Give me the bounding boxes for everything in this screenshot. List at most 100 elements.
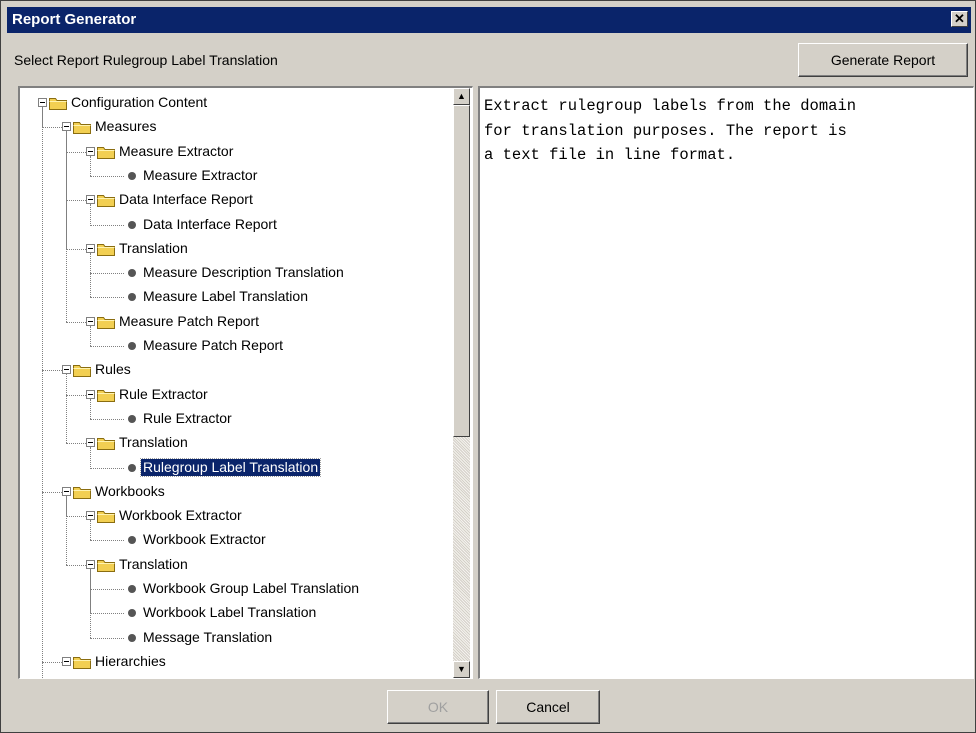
selected-tree-node-label: Rulegroup Label Translation	[139, 457, 322, 477]
tree-node-label: Translation	[119, 434, 188, 451]
report-bullet-icon	[128, 585, 136, 593]
folder-icon	[97, 558, 115, 572]
close-button[interactable]: ✕	[951, 11, 968, 27]
tree-node-label: Hierarchies	[95, 652, 166, 669]
folder-icon	[73, 485, 91, 499]
tree-node-label: Message Translation	[143, 628, 273, 645]
tree-node-label: Data Interface Report	[143, 215, 277, 232]
tree-report-node[interactable]: Measure Extractor	[20, 166, 450, 186]
tree-node-label: Workbooks	[95, 482, 165, 499]
tree-folder-node[interactable]: Rule Extractor	[20, 385, 450, 405]
collapse-icon[interactable]	[86, 559, 95, 569]
close-icon: ✕	[954, 11, 965, 26]
folder-icon	[73, 363, 91, 378]
tree-node-label: Measures	[95, 118, 157, 135]
collapse-icon[interactable]	[38, 98, 47, 107]
tree-report-node[interactable]: Measure Label Translation	[20, 287, 450, 307]
collapse-icon[interactable]	[86, 389, 95, 399]
generate-report-button[interactable]: Generate Report	[798, 43, 968, 77]
tree-node-label: Rule Extractor	[143, 409, 232, 426]
report-bullet-icon	[128, 293, 136, 302]
tree-folder-node[interactable]: Translation	[20, 239, 450, 259]
tree-node-label: Rules	[95, 361, 131, 378]
folder-icon	[97, 388, 115, 402]
tree-node-label: Data Interface Report	[119, 191, 253, 208]
tree-folder-node[interactable]: Hierarchies	[20, 652, 450, 672]
report-bullet-icon	[128, 342, 136, 350]
tree-node-label: Measure Patch Report	[143, 337, 284, 353]
report-bullet-icon	[128, 220, 136, 229]
tree-node-label: Workbook Extractor	[119, 507, 242, 524]
title-bar[interactable]: Report Generator ✕	[7, 7, 971, 33]
tree-folder-node[interactable]: Workbook Extractor	[20, 506, 450, 526]
tree-node-label: Measure Patch Report	[119, 312, 260, 329]
arrow-down-icon: ▼	[457, 664, 466, 674]
tree-folder-node[interactable]: Translation	[20, 433, 450, 453]
collapse-icon[interactable]	[86, 243, 95, 253]
tree-folder-node[interactable]: Data Interface Report	[20, 190, 450, 210]
folder-icon	[97, 242, 115, 256]
folder-icon	[97, 436, 115, 451]
tree-report-node[interactable]: Rule Extractor	[20, 409, 450, 429]
report-prompt: Select Report Rulegroup Label Translatio…	[14, 52, 278, 68]
tree-node-label: Rule Extractor	[119, 385, 208, 402]
collapse-icon[interactable]	[62, 365, 71, 375]
tree-report-node[interactable]: Workbook Group Label Translation	[20, 579, 450, 599]
tree-node-label: Workbook Label Translation	[143, 604, 317, 621]
tree-node-label: Workbook Extractor	[143, 531, 266, 548]
tree-folder-node[interactable]: Configuration Content	[20, 93, 450, 113]
tree-report-node[interactable]: Measure Description Translation	[20, 263, 450, 283]
description-panel: Extract rulegroup labels from the domain…	[478, 86, 974, 679]
tree-node-label: Translation	[119, 555, 188, 572]
report-bullet-icon	[128, 609, 136, 618]
tree-report-node[interactable]: Measure Patch Report	[20, 336, 450, 356]
report-bullet-icon	[128, 633, 136, 642]
tree-folder-node[interactable]: Measures	[20, 117, 450, 137]
scroll-down-button[interactable]: ▼	[453, 661, 470, 678]
tree-folder-node[interactable]: Rules	[20, 360, 450, 380]
tree-report-node[interactable]: Workbook Label Translation	[20, 603, 450, 623]
folder-icon	[97, 509, 115, 524]
tree-node-label: Translation	[119, 239, 188, 256]
report-bullet-icon	[128, 536, 136, 545]
report-bullet-icon	[128, 269, 136, 278]
tree-folder-node[interactable]: Measure Patch Report	[20, 312, 450, 332]
tree-folder-node[interactable]: Workbooks	[20, 482, 450, 502]
report-generator-dialog: Report Generator ✕ Select Report Rulegro…	[0, 0, 976, 733]
tree-report-node[interactable]: Rulegroup Label Translation	[20, 457, 450, 478]
tree-report-node[interactable]: Message Translation	[20, 628, 450, 648]
collapse-icon[interactable]	[86, 316, 95, 326]
report-bullet-icon	[128, 171, 136, 180]
report-description: Extract rulegroup labels from the domain…	[484, 97, 857, 164]
collapse-icon[interactable]	[86, 438, 95, 448]
collapse-icon[interactable]	[62, 122, 71, 132]
cancel-button[interactable]: Cancel	[496, 690, 600, 724]
report-bullet-icon	[128, 463, 136, 472]
folder-icon	[49, 96, 67, 110]
folder-icon	[97, 315, 115, 329]
scroll-thumb[interactable]	[453, 105, 470, 437]
tree-node-label: Configuration Content	[71, 94, 208, 110]
tree-node-label: Measure Extractor	[143, 166, 258, 183]
report-bullet-icon	[128, 414, 136, 423]
folder-icon	[73, 120, 91, 135]
scroll-up-button[interactable]: ▲	[453, 88, 470, 105]
tree-scrollbar[interactable]: ▲ ▼	[453, 88, 470, 678]
tree-folder-node[interactable]: Translation	[20, 555, 450, 575]
folder-icon	[97, 145, 115, 159]
tree-node-label: Measure Extractor	[119, 142, 234, 159]
ok-button[interactable]: OK	[387, 690, 489, 724]
arrow-up-icon: ▲	[457, 91, 466, 101]
folder-icon	[97, 193, 115, 208]
collapse-icon[interactable]	[62, 656, 71, 666]
tree-report-node[interactable]: Data Interface Report	[20, 215, 450, 235]
collapse-icon[interactable]	[86, 146, 95, 156]
collapse-icon[interactable]	[86, 195, 95, 205]
folder-icon	[73, 655, 91, 669]
tree-folder-node[interactable]: Measure Extractor	[20, 142, 450, 162]
tree-report-node[interactable]: Workbook Extractor	[20, 530, 450, 550]
tree-node-label: Workbook Group Label Translation	[143, 580, 360, 596]
collapse-icon[interactable]	[86, 511, 95, 521]
collapse-icon[interactable]	[62, 486, 71, 496]
report-tree: Configuration Content Measures Measure Ext…	[18, 86, 473, 679]
